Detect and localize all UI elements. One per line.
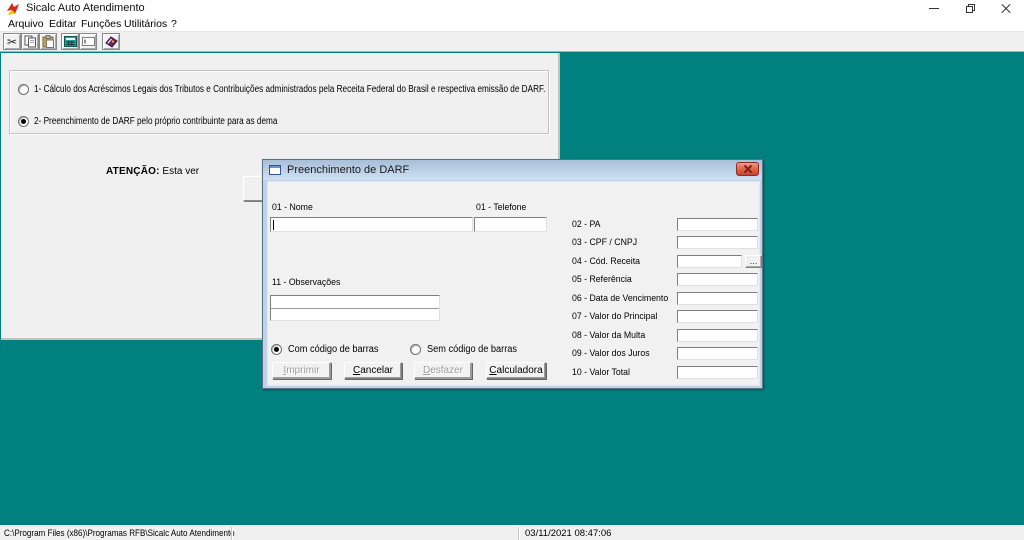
option-groupbox: 1- Cálculo dos Acréscimos Legais dos Tri… <box>9 70 549 134</box>
calculator-button[interactable] <box>61 33 79 50</box>
pa-label: 02 - PA <box>572 219 601 230</box>
window-title: Sicalc Auto Atendimento <box>26 2 145 14</box>
copy-icon <box>24 35 37 48</box>
restore-button[interactable] <box>952 0 988 17</box>
cpf-cnpj-input[interactable] <box>677 236 758 249</box>
dialog-titlebar[interactable]: Preenchimento de DARF <box>263 160 762 180</box>
nome-label: 01 - Nome <box>272 202 313 213</box>
option-2-label: 2- Preenchimento de DARF pelo próprio co… <box>34 115 278 127</box>
cancelar-button[interactable]: Cancelar <box>344 362 402 379</box>
imprimir-button: Imprimir <box>272 362 331 379</box>
menu-help[interactable]: ? <box>171 18 177 30</box>
nome-input[interactable] <box>270 217 473 232</box>
dialog-close-button[interactable] <box>736 162 759 176</box>
pa-input[interactable] <box>677 218 758 231</box>
cod-receita-input[interactable] <box>677 255 742 268</box>
status-path: C:\Program Files (x86)\Programas RFB\Sic… <box>4 528 235 539</box>
cpf-cnpj-label: 03 - CPF / CNPJ <box>572 237 638 248</box>
radio-sem-codigo-barras[interactable] <box>410 343 422 355</box>
window-titlebar: Sicalc Auto Atendimento <box>0 0 1024 17</box>
dialog-title: Preenchimento de DARF <box>287 164 410 176</box>
observacoes-label: 11 - Observações <box>272 277 341 288</box>
textbox-button[interactable] <box>79 33 97 50</box>
toolbar: ✂ <box>0 31 1024 52</box>
restore-icon <box>965 4 975 13</box>
menu-funcoes[interactable]: Funções <box>81 18 121 30</box>
attention-text: ATENÇÃO: Esta ver <box>106 166 199 177</box>
menu-editar[interactable]: Editar <box>49 18 76 30</box>
radio-option-1[interactable] <box>18 83 29 95</box>
text-caret <box>273 220 274 230</box>
juros-input[interactable] <box>677 347 758 360</box>
principal-label: 07 - Valor do Principal <box>572 311 658 322</box>
sem-codigo-label: Sem código de barras <box>427 343 518 355</box>
dialog-close-icon <box>743 164 752 174</box>
status-divider <box>231 527 232 540</box>
copy-button[interactable] <box>21 33 39 50</box>
status-bar: C:\Program Files (x86)\Programas RFB\Sic… <box>0 525 1024 540</box>
attention-message: Esta ver <box>162 166 200 177</box>
attention-label: ATENÇÃO: <box>106 166 160 177</box>
mdi-client-area: 1- Cálculo dos Acréscimos Legais dos Tri… <box>0 52 1024 525</box>
total-label: 10 - Valor Total <box>572 367 630 378</box>
paste-button[interactable] <box>39 33 57 50</box>
cut-button[interactable]: ✂ <box>3 33 21 50</box>
menu-bar: Arquivo Editar Funções Utilitários ? <box>0 17 1024 31</box>
help-button[interactable] <box>102 33 120 50</box>
total-input[interactable] <box>677 366 758 379</box>
textbox-icon <box>81 35 95 48</box>
multa-label: 08 - Valor da Multa <box>572 330 646 341</box>
vencimento-label: 06 - Data de Vencimento <box>572 293 669 304</box>
dialog-form-icon <box>269 165 281 175</box>
com-codigo-label: Com código de barras <box>288 343 379 355</box>
option-row-1[interactable]: 1- Cálculo dos Acréscimos Legais dos Tri… <box>18 83 548 95</box>
radio-option-2[interactable] <box>18 115 29 127</box>
close-button[interactable] <box>988 0 1024 17</box>
paste-icon <box>42 35 55 48</box>
app-icon <box>6 2 20 16</box>
multa-input[interactable] <box>677 329 758 342</box>
option-1-label: 1- Cálculo dos Acréscimos Legais dos Tri… <box>34 83 546 95</box>
minimize-button[interactable] <box>916 0 952 17</box>
dialog-client-area: 01 - Nome 01 - Telefone 11 - Observações… <box>267 181 762 386</box>
desfazer-button: Desfazer <box>414 362 472 379</box>
observacoes-input[interactable] <box>270 295 440 321</box>
cod-receita-label: 04 - Cód. Receita <box>572 256 641 267</box>
preenchimento-darf-dialog: Preenchimento de DARF 01 - Nome 01 - Tel… <box>262 159 763 389</box>
close-icon <box>1001 3 1011 14</box>
referencia-label: 05 - Referência <box>572 274 632 285</box>
cut-icon: ✂ <box>6 34 18 49</box>
barcode-radio-row: Com código de barras Sem código de barra… <box>271 343 549 355</box>
status-datetime: 03/11/2021 08:47:06 <box>525 528 612 539</box>
telefone-input[interactable] <box>474 217 547 232</box>
radio-com-codigo-barras[interactable] <box>271 343 282 355</box>
vencimento-input[interactable] <box>677 292 758 305</box>
minimize-icon <box>929 8 939 9</box>
calculadora-button[interactable]: Calculadora <box>486 362 546 379</box>
calculator-icon <box>63 35 77 48</box>
referencia-input[interactable] <box>677 273 758 286</box>
principal-input[interactable] <box>677 310 758 323</box>
menu-arquivo[interactable]: Arquivo <box>8 18 44 30</box>
juros-label: 09 - Valor dos Juros <box>572 348 650 359</box>
status-divider <box>518 527 519 540</box>
option-row-2[interactable]: 2- Preenchimento de DARF pelo próprio co… <box>18 115 331 127</box>
telefone-label: 01 - Telefone <box>476 202 527 213</box>
app-window: Sicalc Auto Atendimento Arquivo Editar F… <box>0 0 1024 540</box>
menu-utilitarios[interactable]: Utilitários <box>124 18 167 30</box>
cod-receita-browse-button[interactable]: ... <box>745 255 762 268</box>
help-book-icon <box>104 35 118 48</box>
